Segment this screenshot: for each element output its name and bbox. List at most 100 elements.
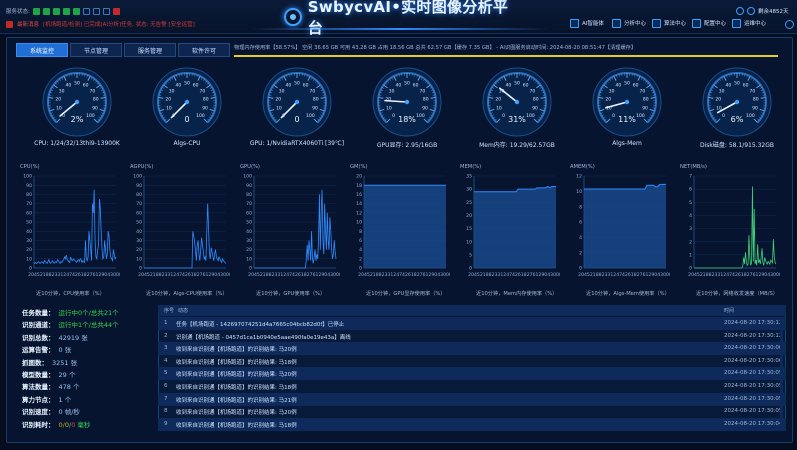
chart-y-tick-label: 0 [249, 266, 252, 272]
gauge-tick-label: 100 [746, 113, 755, 119]
gauge: 0 10 20 30 40 50 60 70 80 90 100 11% [588, 62, 666, 140]
stat-key: 识别总数： [22, 333, 55, 342]
service-ok-icon[interactable] [52, 7, 60, 15]
help-icon[interactable] [736, 7, 744, 15]
chart-y-tick-label: 50 [136, 220, 142, 226]
nav-analysis-button[interactable]: 分析中心 [612, 16, 646, 30]
tab-license[interactable]: 软件许可 [178, 43, 230, 57]
stat-key: 抓图数： [22, 358, 48, 367]
tab-service-management[interactable]: 服务管理 [124, 43, 176, 57]
chart-y-tick-label: 12 [356, 210, 362, 216]
gauge-tick-label: 40 [726, 83, 732, 89]
log-row-text: 收到来自识别通【机场跑道】的识别结果: 马21例 [176, 397, 297, 404]
chart-caption: 近10分钟，Algs-CPU使用率（%） [146, 291, 228, 297]
log-row[interactable]: 3 收到来自识别通【机场跑道】的识别结果: 马20例 2024-08-20 17:3… [158, 342, 786, 356]
gauge-tick-label: 60 [413, 83, 419, 89]
chart-svg: 0 10 20 30 40 50 60 70 80 90 100 2045 2188 2331 2474 26… [243, 174, 342, 278]
chart-y-tick-label: 30 [246, 238, 252, 244]
gauge-tick-label: 30 [389, 88, 395, 94]
log-row-text: 收到来自识别通【机场跑道】的识别结果: 马18例 [176, 359, 297, 366]
service-icon[interactable] [102, 7, 110, 15]
gauge-tick-label: 20 [275, 97, 281, 103]
gauge-tick-label: 50 [404, 81, 410, 87]
chart-x-tick-label: 2618 [515, 272, 527, 278]
service-ok-icon[interactable] [72, 7, 80, 15]
gauge-tick-label: 80 [93, 97, 99, 103]
tab-system-monitor[interactable]: 系统监控 [16, 43, 68, 57]
chart-x-tick-label: 3000 [220, 272, 230, 278]
chart-icon [612, 18, 621, 28]
gauge-value: 11% [618, 115, 636, 124]
log-row[interactable]: 7 收到来自识别通【机场跑道】的识别结果: 马21例 2024-08-20 17:3… [158, 392, 786, 406]
log-row[interactable]: 4 收到来自识别通【机场跑道】的识别结果: 马18例 2024-08-20 17:3… [158, 355, 786, 368]
tab-node-management[interactable]: 节点管理 [70, 43, 122, 57]
gauge-tick-label: 80 [643, 97, 649, 103]
log-row[interactable]: 5 收到来自识别通【机场跑道】的识别结果: 马20例 2024-08-20 17:3… [158, 367, 786, 381]
chart-caption: 近10分钟，Algs-Mem使用率（%） [586, 291, 670, 297]
log-row[interactable]: 8 收到来自识别通【机场跑道】的识别结果: 马20例 2024-08-20 17:3… [158, 405, 786, 418]
chart-x-tick-label: 2188 [370, 272, 382, 278]
chart-x-tick-label: 2904 [208, 272, 220, 278]
chart-x-tick-label: 3000 [110, 272, 120, 278]
chart-title: AMEM(%) [570, 164, 595, 170]
alarm-text: [机场跑道/检测] 已完成[AI分析]任务, 状态: 无告警 [安全运营] [43, 22, 195, 28]
gauge-hub [734, 99, 740, 105]
chart-y-tick-label: 5 [689, 200, 692, 206]
log-row[interactable]: 2 识别通【机场跑道 - 0457d1ca1b0940e5aae490fa0e19… [158, 330, 786, 343]
log-row[interactable]: 6 收到来自识别通【机场跑道】的识别结果: 马18例 2024-08-20 17:3… [158, 380, 786, 393]
service-ok-icon[interactable] [62, 7, 70, 15]
gauge-tick-label: 70 [200, 88, 206, 94]
chart-y-tick-label: 8 [359, 229, 362, 235]
service-ok-icon[interactable] [32, 7, 40, 15]
stat-row: 模型数量： 29 个 [22, 369, 75, 379]
log-row-text: 收到来自识别通【机场跑道】的识别结果: 马18例 [176, 385, 297, 391]
log-row[interactable]: 1 任务【机场跑道 - 142697074251d4a7665c04bcb82d0… [158, 317, 786, 330]
service-icon[interactable] [92, 7, 100, 15]
chart-y-tick-label: 15 [466, 226, 472, 232]
gauge-tick-label: 60 [523, 83, 529, 89]
chart-title: GPU(%) [240, 164, 260, 170]
chart-x-tick-label: 2188 [260, 272, 272, 278]
service-error-icon[interactable] [112, 7, 120, 15]
nav-config-button[interactable]: 配置中心 [692, 16, 726, 30]
gauge-tick-label: 20 [715, 97, 721, 103]
nav-ai-agent-button[interactable]: AI智能体 [570, 16, 604, 30]
chart-x-tick-label: 2474 [613, 272, 625, 278]
chart-y-tick-label: 10 [136, 256, 142, 262]
gauge-dial: 010203040 50 607080901002% [42, 67, 112, 137]
chart-caption: 近10分钟，GPU使用率（%） [256, 291, 326, 297]
nav-ops-button[interactable]: 运维中心 [732, 16, 766, 30]
stat-row: 算法数量： 478 个 [22, 381, 79, 391]
service-ok-icon[interactable] [42, 7, 50, 15]
chart-y-tick-label: 0 [29, 266, 32, 272]
gauge-tick-label: 30 [169, 88, 175, 94]
service-icon[interactable] [82, 7, 90, 15]
stat-row: 任务数量： 运行中0个/总共21个 [22, 307, 119, 317]
log-row-time: 2024-08-20 17:30:05 [724, 395, 783, 402]
chart-y-tick-label: 20 [26, 247, 32, 253]
chart-y-tick-label: 10 [246, 256, 252, 262]
gauge-value: 0 [294, 115, 299, 124]
log-row-no: 3 [164, 345, 168, 352]
log-row-text: 识别通【机场跑道 - 0457d1ca1b0940e5aae490fa0e19e… [176, 334, 351, 341]
chart-x-tick-label: 2618 [735, 272, 747, 278]
chart-y-tick-label: 60 [26, 210, 32, 216]
gauge-tick-label: 100 [196, 113, 205, 119]
chart-y-tick-label: 30 [466, 187, 472, 193]
nav-label: 算法中心 [664, 21, 687, 27]
gauge-tick-label: 10 [56, 105, 62, 111]
monitor-icon [732, 18, 741, 28]
chart-x-tick-label: 2761 [637, 272, 649, 278]
log-scrollbar[interactable] [780, 317, 783, 427]
chart-y-tick-label: 70 [246, 201, 252, 207]
chart-x-tick-label: 2618 [405, 272, 417, 278]
power-icon[interactable] [785, 20, 794, 29]
log-row-text: 收到来自识别通【机场跑道】的识别结果: 马20例 [176, 372, 297, 379]
log-row[interactable]: 9 收到来自识别通【机场跑道】的识别结果: 马18例 2024-08-20 17:3… [158, 417, 786, 431]
gauge-tick-label: 90 [422, 105, 428, 111]
alarm-icon [6, 20, 13, 28]
user-icon[interactable] [747, 7, 755, 15]
log-row-no: 1 [164, 320, 168, 326]
chart-x-tick-label: 2761 [747, 272, 759, 278]
nav-algorithm-button[interactable]: 算法中心 [652, 16, 686, 30]
